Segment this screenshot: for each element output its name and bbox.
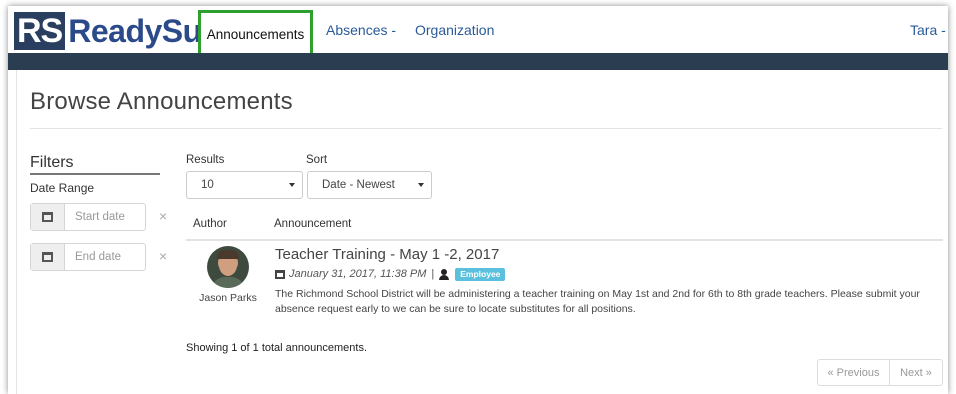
column-header-announcement: Announcement <box>274 218 352 230</box>
end-date-field[interactable]: End date <box>30 243 146 271</box>
start-date-input[interactable]: Start date <box>65 204 145 230</box>
nav-announcements[interactable]: Announcements <box>198 10 313 58</box>
clear-end-date-icon[interactable]: × <box>159 248 167 264</box>
column-header-author: Author <box>193 218 227 230</box>
caret-down-icon <box>289 183 295 187</box>
navbar-strip <box>8 53 948 70</box>
calendar-addon[interactable] <box>31 244 65 270</box>
caret-down-icon <box>418 183 424 187</box>
filters-heading: Filters <box>30 154 160 175</box>
page-title: Browse Announcements <box>30 88 293 115</box>
results-select[interactable]: 10 <box>186 171 303 199</box>
sort-select[interactable]: Date - Newest <box>307 171 432 199</box>
author-name: Jason Parks <box>199 292 257 304</box>
content-panel: Browse Announcements Filters Date Range … <box>16 70 946 394</box>
nav-organization[interactable]: Organization <box>415 6 494 53</box>
sort-label: Sort <box>306 154 328 166</box>
start-date-field[interactable]: Start date <box>30 203 146 231</box>
results-select-value: 10 <box>201 179 214 191</box>
calendar-icon <box>42 212 53 222</box>
results-label: Results <box>186 154 225 166</box>
announcement-title[interactable]: Teacher Training - May 1 -2, 2017 <box>275 246 499 263</box>
announcement-date: January 31, 2017, 11:38 PM <box>289 268 427 280</box>
end-date-input[interactable]: End date <box>65 244 145 270</box>
sort-select-value: Date - Newest <box>322 179 395 191</box>
audience-badge: Employee <box>455 267 506 281</box>
announcement-body: The Richmond School District will be adm… <box>275 288 920 315</box>
readysub-logo[interactable]: RS ReadySub <box>14 12 221 50</box>
previous-page-button[interactable]: « Previous <box>817 359 890 386</box>
clear-start-date-icon[interactable]: × <box>159 208 167 224</box>
title-divider <box>30 128 942 129</box>
meta-separator: | <box>431 268 435 280</box>
calendar-addon[interactable] <box>31 204 65 230</box>
top-navbar: RS ReadySub Announcements Absences - Org… <box>8 6 948 58</box>
logo-initials: RS <box>14 12 66 50</box>
results-summary: Showing 1 of 1 total announcements. <box>186 342 368 354</box>
author-avatar <box>207 246 249 288</box>
table-header-divider <box>186 239 943 241</box>
nav-absences-dropdown[interactable]: Absences - <box>326 6 396 53</box>
user-menu-dropdown[interactable]: Tara - <box>910 6 946 53</box>
user-icon <box>439 268 450 280</box>
app-window: RS ReadySub Announcements Absences - Org… <box>8 6 948 394</box>
next-page-button[interactable]: Next » <box>889 359 943 386</box>
calendar-icon <box>275 269 285 279</box>
announcement-meta: January 31, 2017, 11:38 PM | Employee <box>275 267 506 281</box>
calendar-icon <box>42 252 53 262</box>
date-range-label: Date Range <box>30 181 95 195</box>
